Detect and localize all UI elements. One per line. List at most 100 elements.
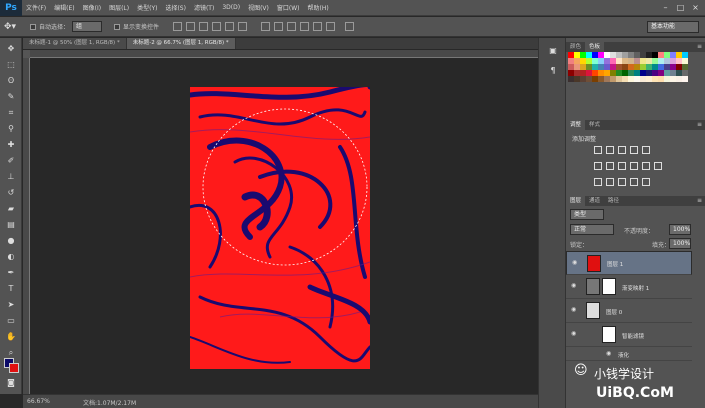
eraser-icon[interactable]: ▰ (6, 204, 16, 214)
hue-sat-icon[interactable] (594, 162, 602, 170)
zoom-level[interactable]: 66.67% (27, 398, 50, 405)
layer-row-gradient-map[interactable]: ◉ 渐变映射 1 (566, 275, 692, 299)
pen-icon[interactable]: ✒ (6, 268, 16, 278)
marquee-icon[interactable]: ⬚ (6, 60, 16, 70)
channel-mixer-icon[interactable] (642, 162, 650, 170)
auto-select-dropdown[interactable]: 组 (72, 21, 103, 32)
tab-layers[interactable]: 图层 (566, 196, 586, 206)
swatch[interactable] (682, 76, 688, 82)
menu-type[interactable]: 类型(Y) (133, 3, 161, 12)
blend-mode-dropdown[interactable]: 正常 (570, 224, 614, 235)
tab-adjustments[interactable]: 调整 (566, 120, 586, 130)
menu-help[interactable]: 帮助(H) (304, 3, 333, 12)
hand-icon[interactable]: ✋ (6, 332, 16, 342)
threshold-icon[interactable] (618, 178, 626, 186)
align-hcenter-icon[interactable] (225, 22, 235, 31)
layer-row-smart-filters[interactable]: ◉ 智能滤镜 (566, 323, 692, 347)
menu-3d[interactable]: 3D(D) (218, 4, 244, 11)
color-balance-icon[interactable] (606, 162, 614, 170)
distribute-vcenter-icon[interactable] (274, 22, 284, 31)
tab-untitled-2[interactable]: 未标题-2 @ 66.7% (图层 1, RGB/8) * (126, 38, 236, 49)
tab-channels[interactable]: 通道 (585, 196, 604, 206)
dodge-icon[interactable]: ◐ (6, 252, 16, 262)
panel-menu-icon[interactable]: ≡ (697, 197, 702, 204)
invert-icon[interactable] (594, 178, 602, 186)
menu-file[interactable]: 文件(F) (22, 3, 50, 12)
posterize-icon[interactable] (606, 178, 614, 186)
crop-icon[interactable]: ⌗ (6, 108, 16, 118)
close-button[interactable]: × (690, 2, 701, 13)
align-top-icon[interactable] (173, 22, 183, 31)
history-brush-icon[interactable]: ↺ (6, 188, 16, 198)
eye-icon[interactable]: ◉ (571, 307, 578, 313)
align-bottom-icon[interactable] (199, 22, 209, 31)
menu-filter[interactable]: 滤镜(T) (190, 3, 218, 12)
menu-view[interactable]: 视图(V) (244, 3, 273, 12)
distribute-left-icon[interactable] (300, 22, 310, 31)
auto-align-icon[interactable] (345, 22, 355, 31)
quick-select-icon[interactable]: ✎ (6, 92, 16, 102)
tab-paths[interactable]: 路径 (604, 196, 623, 206)
photo-filter-icon[interactable] (630, 162, 638, 170)
shape-icon[interactable]: ▭ (6, 316, 16, 326)
layer-filter-dropdown[interactable]: 类型 (570, 209, 604, 220)
gradient-icon[interactable]: ▤ (6, 220, 16, 230)
quick-mask-icon[interactable]: ◙ (6, 378, 16, 388)
move-tool-icon[interactable]: ✥▾ (4, 22, 24, 32)
menu-window[interactable]: 窗口(W) (273, 3, 304, 12)
menu-layer[interactable]: 图层(L) (105, 3, 133, 12)
path-select-icon[interactable]: ➤ (6, 300, 16, 310)
blur-icon[interactable]: ● (6, 236, 16, 246)
menu-select[interactable]: 选择(S) (161, 3, 190, 12)
distribute-top-icon[interactable] (261, 22, 271, 31)
align-right-icon[interactable] (238, 22, 248, 31)
distribute-hcenter-icon[interactable] (313, 22, 323, 31)
align-left-icon[interactable] (212, 22, 222, 31)
opacity-input[interactable]: 100% (669, 224, 691, 235)
fill-input[interactable]: 100% (669, 238, 691, 249)
tab-color[interactable]: 颜色 (566, 42, 585, 52)
paragraph-icon[interactable]: ¶ (548, 66, 558, 76)
healing-icon[interactable]: ✚ (6, 140, 16, 150)
minimize-button[interactable]: – (660, 2, 671, 13)
exposure-icon[interactable] (630, 146, 638, 154)
tab-swatches[interactable]: 色板 (585, 42, 605, 52)
vibrance-icon[interactable] (642, 146, 650, 154)
stamp-icon[interactable]: ⊥ (6, 172, 16, 182)
selective-color-icon[interactable] (642, 178, 650, 186)
levels-icon[interactable] (606, 146, 614, 154)
history-icon[interactable]: ▣ (548, 46, 558, 56)
workspace-dropdown[interactable]: 基本功能 (647, 21, 699, 33)
maximize-button[interactable]: □ (675, 2, 686, 13)
menu-image[interactable]: 图像(I) (79, 3, 105, 12)
align-vcenter-icon[interactable] (186, 22, 196, 31)
menu-edit[interactable]: 编辑(E) (50, 3, 78, 12)
eyedropper-icon[interactable]: ⚲ (6, 124, 16, 134)
document-canvas[interactable] (190, 87, 370, 369)
distribute-bottom-icon[interactable] (287, 22, 297, 31)
brightness-icon[interactable] (594, 146, 602, 154)
eye-icon[interactable]: ◉ (571, 331, 578, 337)
distribute-right-icon[interactable] (326, 22, 336, 31)
panel-menu-icon[interactable]: ≡ (697, 43, 702, 50)
layer-row-layer0[interactable]: ◉ 图层 0 (566, 299, 692, 323)
swatch-grid[interactable] (568, 52, 688, 102)
show-transform-checkbox[interactable] (114, 23, 121, 30)
lasso-icon[interactable]: ʘ (6, 76, 16, 86)
tab-styles[interactable]: 样式 (585, 120, 604, 130)
eye-icon[interactable]: ◉ (571, 283, 578, 289)
panel-menu-icon[interactable]: ≡ (697, 121, 702, 128)
eye-icon[interactable]: ◉ (572, 260, 579, 266)
auto-select-checkbox[interactable] (30, 23, 36, 30)
zoom-icon[interactable]: ⌕ (6, 348, 16, 358)
curves-icon[interactable] (618, 146, 626, 154)
tab-untitled-1[interactable]: 未标题-1 @ 50% (图层 1, RGB/8) * (23, 38, 127, 49)
type-icon[interactable]: T (6, 284, 16, 294)
bw-icon[interactable] (618, 162, 626, 170)
brush-icon[interactable]: ✐ (6, 156, 16, 166)
gradient-map-icon[interactable] (630, 178, 638, 186)
color-lookup-icon[interactable] (654, 162, 662, 170)
move-icon[interactable]: ✥ (6, 44, 16, 54)
background-color-swatch[interactable] (9, 363, 19, 373)
layer-row-layer1[interactable]: ◉ 图层 1 (566, 251, 692, 275)
